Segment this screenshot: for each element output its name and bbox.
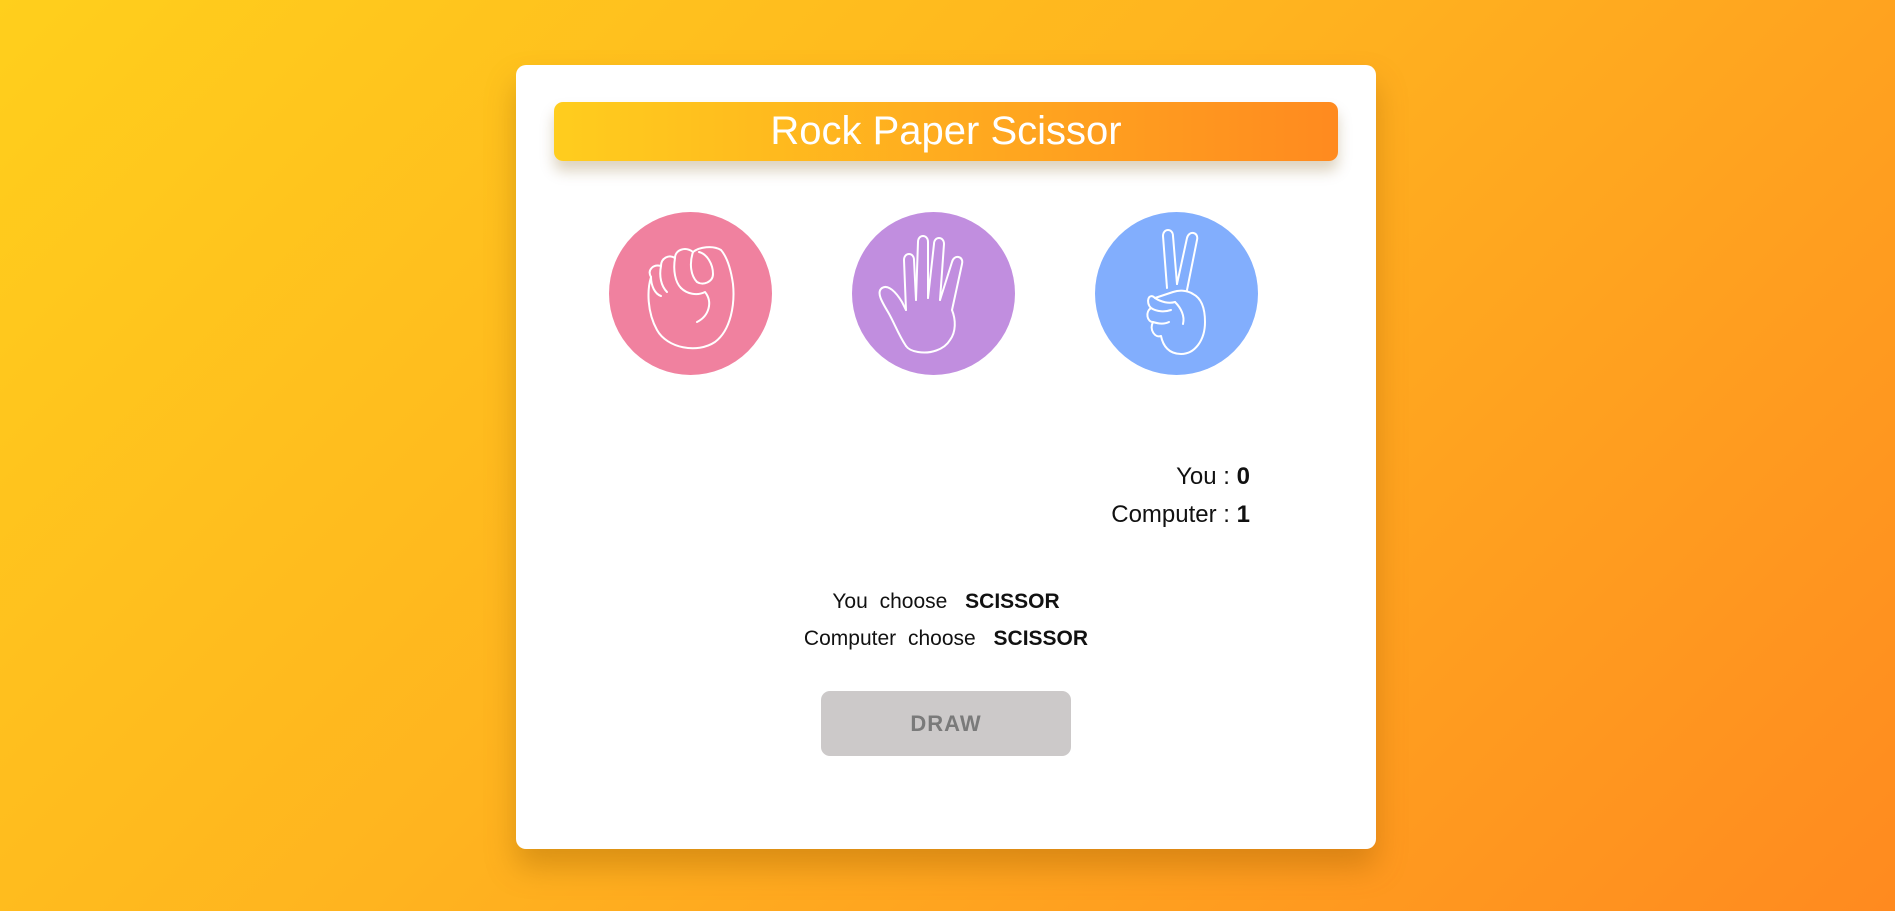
open-hand-icon xyxy=(878,235,964,354)
result-you-choice: SCISSOR xyxy=(965,590,1060,613)
score-computer-label: Computer : xyxy=(1111,501,1230,528)
rock-choice-button[interactable] xyxy=(609,212,772,375)
score-computer-value: 1 xyxy=(1236,501,1250,528)
peace-hand-icon xyxy=(1146,229,1206,355)
result-you: You choose SCISSOR xyxy=(516,590,1376,614)
fist-icon xyxy=(647,246,735,350)
game-card: Rock Paper Scissor You: 0 Computer: 1 … xyxy=(516,65,1376,849)
score-you-label: You : xyxy=(1176,463,1230,490)
outcome-button[interactable]: DRAW xyxy=(821,691,1071,756)
result-computer-choice: SCISSOR xyxy=(993,627,1089,650)
result-computer: Computer choose SCISSOR xyxy=(516,627,1376,651)
page-title: Rock Paper Scissor xyxy=(770,109,1122,153)
scissor-choice-button[interactable] xyxy=(1095,212,1258,375)
result-computer-text: Computer choose xyxy=(803,627,976,650)
score-you-value: 0 xyxy=(1236,463,1250,490)
score-you: You : 0 xyxy=(1176,463,1250,491)
title-bar: Rock Paper Scissor xyxy=(554,102,1338,161)
paper-choice-button[interactable] xyxy=(852,212,1015,375)
result-you-text: You choose xyxy=(832,590,948,613)
score-computer: Computer : 1 xyxy=(1111,501,1250,529)
